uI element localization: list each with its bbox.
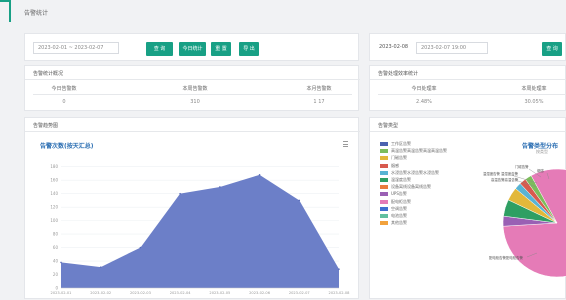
- data-point: [258, 174, 261, 176]
- export-button[interactable]: 导 出: [239, 42, 259, 56]
- page-title: 告警统计: [24, 10, 49, 17]
- stats-panel-left: 告警统计概况 今日告警数 本周告警数 本月告警数 0 310 1 17: [24, 65, 360, 111]
- y-tick-label: 60: [53, 245, 59, 250]
- divider: [370, 79, 566, 80]
- x-tick-label: 2023-02-07: [289, 291, 310, 295]
- data-point: [139, 246, 142, 249]
- stats-title: 告警处理效率统计: [378, 71, 419, 77]
- trend-chart: 0 20 40 60 80 100 120 140 160 180 2023-02-01 2023-0…: [50, 164, 351, 295]
- stat-value: 1 17: [313, 99, 325, 105]
- pie-label: 烟感: [537, 168, 544, 173]
- data-point: [99, 266, 102, 268]
- date-range-input[interactable]: 2023-02-01 ~ 2023-02-07: [33, 42, 119, 54]
- query-button[interactable]: 查 询: [146, 42, 173, 56]
- y-tick-label: 20: [53, 272, 59, 277]
- data-point: [298, 199, 301, 202]
- stat-value: 0: [62, 99, 66, 105]
- stat-value: 30.05%: [524, 99, 544, 105]
- data-point: [219, 186, 221, 188]
- divider: [33, 94, 352, 95]
- accent-line: [9, 0, 11, 22]
- data-point: [179, 192, 181, 195]
- y-tick-label: 100: [50, 218, 58, 223]
- stat-label: 今日处理率: [411, 86, 437, 92]
- stat-label: 本周告警数: [182, 86, 208, 92]
- pie-label: 门磁告警: [515, 164, 529, 169]
- filter-panel-left: 2023-02-01 ~ 2023-02-07 查 询 今日统计 重 置 导 出: [24, 33, 359, 61]
- trend-panel: 告警趋势图 告警次数(按天汇总) 0 20 40 60 80 100 120 140 160 18…: [24, 117, 360, 299]
- pie-chart: 门磁告警烟感温湿度告警 温湿度告警高温告警高温告警配电柜告警配电柜告警: [483, 164, 566, 278]
- stats-panel-right: 告警处理效率统计 今日处理率 本周处理率 2.48% 30.05%: [369, 65, 566, 111]
- y-tick-label: 80: [53, 232, 59, 237]
- x-tick-label: 2023-02-06: [249, 291, 271, 295]
- data-point: [338, 268, 340, 270]
- y-tick-label: 120: [50, 205, 58, 210]
- pie-label: 高温告警高温告警: [491, 177, 519, 182]
- date-label: 2023-02-08: [379, 44, 409, 50]
- date-input[interactable]: 2023-02-07 19:00: [416, 42, 488, 54]
- pie-label: 配电柜告警配电柜告警: [489, 255, 524, 260]
- today-stats-button[interactable]: 今日统计: [179, 42, 206, 56]
- x-tick-label: 2023-02-02: [90, 291, 111, 295]
- x-tick-label: 2023-02-08: [329, 291, 351, 295]
- stat-label: 本月告警数: [306, 86, 332, 92]
- y-tick-label: 140: [50, 191, 58, 196]
- stat-label: 本周处理率: [521, 86, 547, 92]
- stats-title: 告警统计概况: [33, 71, 64, 77]
- y-tick-label: 40: [53, 259, 59, 264]
- stat-value: 310: [190, 99, 200, 105]
- divider: [25, 79, 360, 80]
- filter-panel-right: 2023-02-08 2023-02-07 19:00 查 询: [369, 33, 566, 61]
- x-tick-label: 2023-02-05: [209, 291, 230, 295]
- reset-button[interactable]: 重 置: [211, 42, 231, 56]
- stat-value: 2.48%: [416, 99, 432, 105]
- query-button-right[interactable]: 查 询: [542, 42, 562, 56]
- y-tick-label: 160: [50, 178, 58, 183]
- x-tick-label: 2023-02-01: [51, 291, 72, 295]
- pie-label: 温湿度告警 温湿度告警: [483, 171, 519, 176]
- x-tick-label: 2023-02-03: [130, 291, 151, 295]
- y-tick-label: 0: [55, 286, 58, 291]
- data-point: [60, 261, 62, 264]
- stat-label: 今日告警数: [51, 86, 77, 92]
- x-tick-label: 2023-02-04: [170, 291, 192, 295]
- divider: [378, 94, 566, 95]
- y-tick-label: 180: [50, 164, 58, 169]
- area-series: [61, 174, 339, 288]
